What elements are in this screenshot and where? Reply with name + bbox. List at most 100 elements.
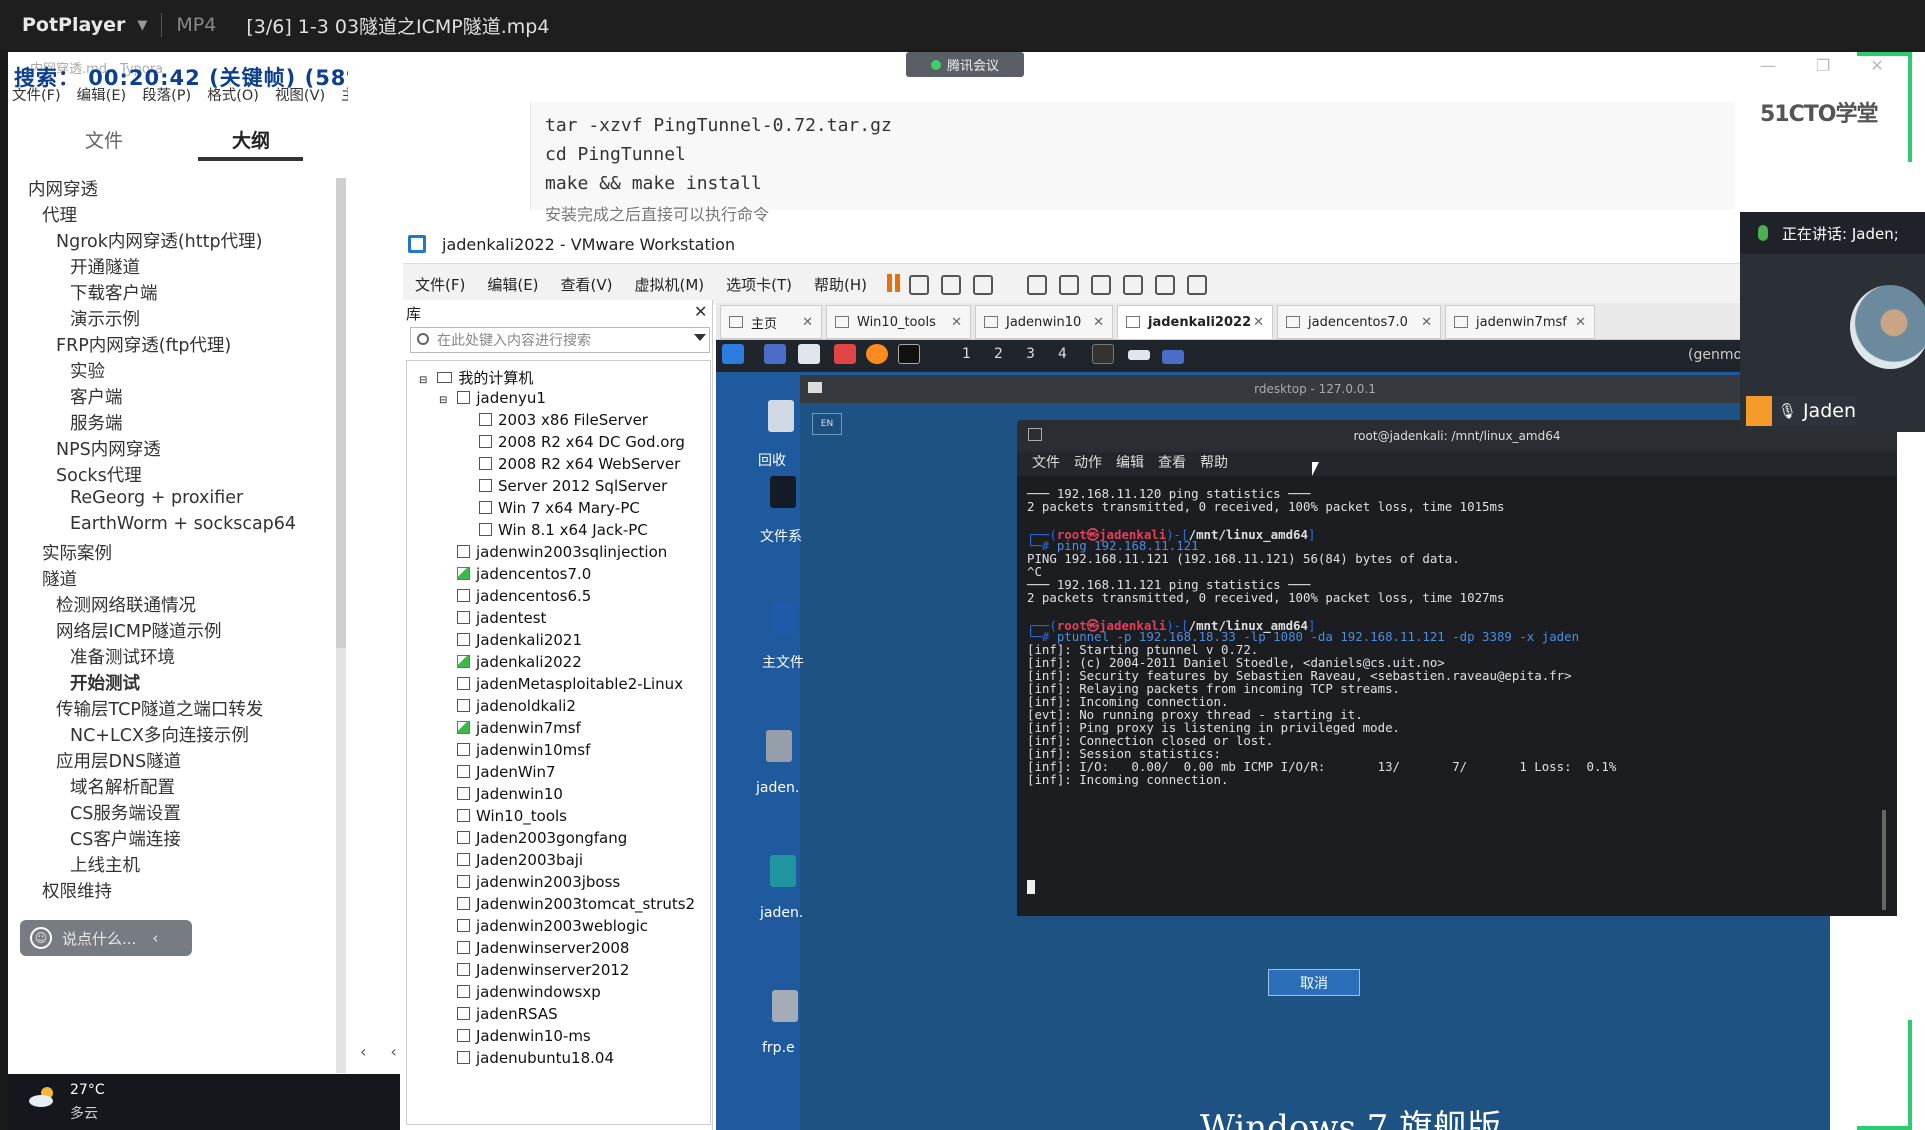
- outline-scroll-thumb[interactable]: [336, 178, 346, 648]
- window-menu-icon[interactable]: [808, 382, 822, 393]
- vmware-menu-item[interactable]: 查看(V): [561, 274, 613, 295]
- terminal-window-icon[interactable]: [1092, 344, 1114, 364]
- outline-item[interactable]: 实际案例: [42, 540, 112, 565]
- weather-desc[interactable]: 多云: [70, 1103, 98, 1123]
- vm-tab[interactable]: jadenwin7msf ✕: [1445, 305, 1595, 339]
- vm-item[interactable]: jadenwin2003jboss: [457, 873, 620, 891]
- potplayer-logo[interactable]: PotPlayer: [22, 14, 125, 36]
- close-icon[interactable]: ✕: [1575, 315, 1586, 330]
- outline-item[interactable]: 实验: [70, 358, 105, 383]
- vm-item[interactable]: jadenkali2022: [457, 653, 582, 671]
- vm-item[interactable]: jadenwin10msf: [457, 741, 590, 759]
- chevron-down-icon[interactable]: ▼: [137, 18, 147, 33]
- vm-item[interactable]: jadenMetasploitable2-Linux: [457, 675, 683, 693]
- close-icon[interactable]: ✕: [1093, 315, 1104, 330]
- close-icon[interactable]: ✕: [802, 315, 813, 330]
- vm-tab[interactable]: Jadenwin10 ✕: [975, 305, 1113, 339]
- vm-item[interactable]: Jaden2003baji: [457, 851, 583, 869]
- tab-outline[interactable]: 大纲: [232, 126, 270, 153]
- input-language-badge[interactable]: EN: [812, 413, 842, 435]
- vm-item[interactable]: 2003 x86 FileServer: [479, 411, 648, 429]
- vm-item[interactable]: Server 2012 SqlServer: [479, 477, 667, 495]
- tree-group[interactable]: ⊟ jadenyu1: [439, 389, 546, 407]
- fullscreen-icon[interactable]: [1091, 274, 1112, 295]
- vm-item[interactable]: Win 8.1 x64 Jack-PC: [479, 521, 648, 539]
- code-line[interactable]: make && make install: [545, 173, 762, 194]
- vmware-menu-item[interactable]: 帮助(H): [814, 274, 867, 295]
- workspace-2[interactable]: 2: [994, 346, 1003, 362]
- pause-icon[interactable]: [887, 273, 903, 296]
- close-icon[interactable]: ✕: [951, 315, 962, 330]
- code-line[interactable]: cd PingTunnel: [545, 144, 686, 165]
- view-icon[interactable]: [1187, 274, 1208, 295]
- outline-item[interactable]: 权限维持: [42, 878, 112, 903]
- vm-item[interactable]: jadenwin7msf: [457, 719, 581, 737]
- outline-item[interactable]: CS客户端连接: [70, 826, 181, 851]
- terminal-menu-item[interactable]: 查看: [1158, 452, 1186, 476]
- chevron-left-icon[interactable]: ‹: [152, 929, 158, 947]
- vm-item[interactable]: 2008 R2 x64 DC God.org: [479, 433, 685, 451]
- genmon-widget[interactable]: (genmo: [1688, 347, 1742, 363]
- console-icon[interactable]: [1027, 274, 1048, 295]
- outline-item[interactable]: Ngrok内网穿透(http代理): [56, 228, 262, 253]
- outline-item[interactable]: NC+LCX多向连接示例: [70, 722, 249, 747]
- snapshot-manager-icon[interactable]: [973, 274, 994, 295]
- vmware-menu-item[interactable]: 文件(F): [415, 274, 465, 295]
- vmware-menu-item[interactable]: 选项卡(T): [726, 274, 792, 295]
- revert-icon[interactable]: [941, 274, 962, 295]
- vm-item[interactable]: JadenWin7: [457, 763, 556, 781]
- participant-video[interactable]: [1850, 285, 1925, 369]
- vm-item[interactable]: jadenwin2003weblogic: [457, 917, 648, 935]
- unity-icon[interactable]: [1059, 274, 1080, 295]
- outline-item[interactable]: NPS内网穿透: [56, 436, 161, 461]
- outline-item[interactable]: 代理: [42, 202, 77, 227]
- workspace-1[interactable]: 1: [962, 346, 971, 362]
- outline-item[interactable]: 演示示例: [70, 306, 140, 331]
- vm-item[interactable]: jadentest: [457, 609, 546, 627]
- emoji-icon[interactable]: ☺: [30, 927, 52, 949]
- desktop-file-icon[interactable]: [770, 855, 796, 887]
- vm-item[interactable]: jadenRSAS: [457, 1005, 558, 1023]
- collapse-icon[interactable]: ⊟: [419, 375, 427, 386]
- stretch-icon[interactable]: [1123, 274, 1144, 295]
- workspace-3[interactable]: 3: [1026, 346, 1035, 362]
- outline-item[interactable]: CS服务端设置: [70, 800, 181, 825]
- outline-item[interactable]: 准备测试环境: [70, 644, 175, 669]
- maximize-icon[interactable]: ❐: [1816, 56, 1830, 75]
- close-icon[interactable]: ✕: [1421, 315, 1432, 330]
- terminal-menu-icon[interactable]: [1028, 428, 1042, 441]
- vm-tab[interactable]: jadenkali2022 ✕: [1117, 305, 1273, 339]
- window-controls[interactable]: — ❐ ✕: [1760, 56, 1884, 75]
- library-search-input[interactable]: 在此处键入内容进行搜索: [410, 327, 710, 353]
- desktop-file-icon[interactable]: [766, 730, 792, 762]
- close-icon[interactable]: ✕: [1870, 56, 1883, 75]
- vm-item[interactable]: Jadenwinserver2012: [457, 961, 629, 979]
- vm-item[interactable]: jadencentos7.0: [457, 565, 591, 583]
- vm-tab[interactable]: Win10_tools ✕: [826, 305, 971, 339]
- outline-item[interactable]: ReGeorg + proxifier: [70, 488, 243, 508]
- tree-root[interactable]: ⊟ 我的计算机: [419, 367, 533, 388]
- vm-tab[interactable]: 主页 ✕: [720, 305, 822, 339]
- vm-item[interactable]: Jadenkali2021: [457, 631, 582, 649]
- desktop-file-icon[interactable]: [770, 476, 796, 508]
- outline-item[interactable]: 传输层TCP隧道之端口转发: [56, 696, 263, 721]
- vm-item[interactable]: jadenoldkali2: [457, 697, 576, 715]
- outline-item[interactable]: 域名解析配置: [70, 774, 175, 799]
- snapshot-icon[interactable]: [909, 274, 930, 295]
- outline-item[interactable]: Socks代理: [56, 462, 142, 487]
- outline-item[interactable]: 客户端: [70, 384, 123, 409]
- outline-item[interactable]: 服务端: [70, 410, 123, 435]
- outline-item[interactable]: 隧道: [42, 566, 77, 591]
- terminal-menu-item[interactable]: 文件: [1032, 452, 1060, 476]
- chevron-left-icon[interactable]: ‹: [360, 1042, 366, 1061]
- vm-item[interactable]: Jadenwin2003tomcat_struts2: [457, 895, 695, 913]
- vmware-menu-item[interactable]: 编辑(E): [487, 274, 538, 295]
- vm-item[interactable]: Win 7 x64 Mary-PC: [479, 499, 640, 517]
- outline-item[interactable]: 应用层DNS隧道: [56, 748, 181, 773]
- vm-item[interactable]: Jadenwin10-ms: [457, 1027, 591, 1045]
- desktop-icon[interactable]: [764, 344, 786, 364]
- vm-item[interactable]: jadenwindowsxp: [457, 983, 601, 1001]
- outline-item[interactable]: 内网穿透: [28, 176, 98, 201]
- outline-item[interactable]: EarthWorm + sockscap64: [70, 514, 296, 534]
- close-icon[interactable]: ✕: [1253, 315, 1264, 330]
